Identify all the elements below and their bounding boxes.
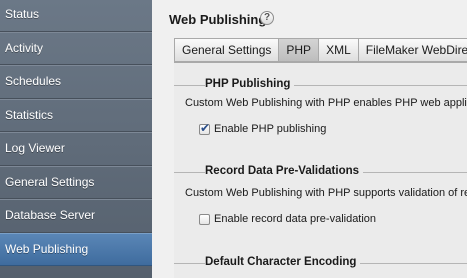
- sidebar-item-activity[interactable]: Activity: [0, 31, 152, 65]
- section-description: Custom Web Publishing with PHP enables P…: [185, 97, 467, 109]
- sidebar-item-web-publishing[interactable]: Web Publishing: [0, 232, 152, 266]
- tab-content: PHP Publishing Custom Web Publishing wit…: [174, 62, 467, 278]
- sidebar-item-general-settings[interactable]: General Settings: [0, 165, 152, 199]
- section-php-publishing: PHP Publishing: [174, 78, 467, 92]
- section-title: PHP Publishing: [205, 78, 295, 90]
- tab-bar: General Settings PHP XML FileMaker WebDi…: [174, 38, 467, 62]
- sidebar-item-log-viewer[interactable]: Log Viewer: [0, 132, 152, 166]
- tab-filemaker-webdirect[interactable]: FileMaker WebDirect: [358, 38, 467, 62]
- checkbox-label: Enable PHP publishing: [214, 123, 327, 135]
- sidebar-item-schedules[interactable]: Schedules: [0, 65, 152, 99]
- section-description: Custom Web Publishing with PHP supports …: [185, 187, 467, 199]
- sidebar-item-database-server[interactable]: Database Server: [0, 199, 152, 233]
- help-icon[interactable]: ?: [260, 11, 274, 25]
- section-default-character-encoding: Default Character Encoding: [174, 256, 467, 270]
- section-record-data-pre-validations: Record Data Pre-Validations: [174, 165, 467, 179]
- enable-php-checkbox[interactable]: [199, 121, 210, 135]
- sidebar-item-statistics[interactable]: Statistics: [0, 98, 152, 132]
- main-panel: Web Publishing ? General Settings PHP XM…: [152, 0, 467, 278]
- divider: [186, 85, 198, 86]
- section-title: Default Character Encoding: [205, 256, 361, 268]
- tab-general-settings[interactable]: General Settings: [174, 38, 280, 62]
- divider: [186, 263, 198, 264]
- sidebar-item-status[interactable]: Status: [0, 0, 152, 32]
- checkbox-label: Enable record data pre-validation: [214, 213, 377, 225]
- divider: [186, 172, 198, 173]
- enable-pre-validation-checkbox[interactable]: [199, 213, 210, 225]
- sidebar-nav: Status Activity Schedules Statistics Log…: [0, 0, 152, 278]
- section-title: Record Data Pre-Validations: [205, 165, 364, 177]
- tab-xml[interactable]: XML: [319, 38, 359, 62]
- enable-php-checkbox-row[interactable]: Enable PHP publishing: [199, 121, 327, 135]
- tab-php[interactable]: PHP: [279, 38, 320, 62]
- enable-pre-validation-checkbox-row[interactable]: Enable record data pre-validation: [199, 213, 376, 225]
- page-title: Web Publishing: [169, 12, 267, 27]
